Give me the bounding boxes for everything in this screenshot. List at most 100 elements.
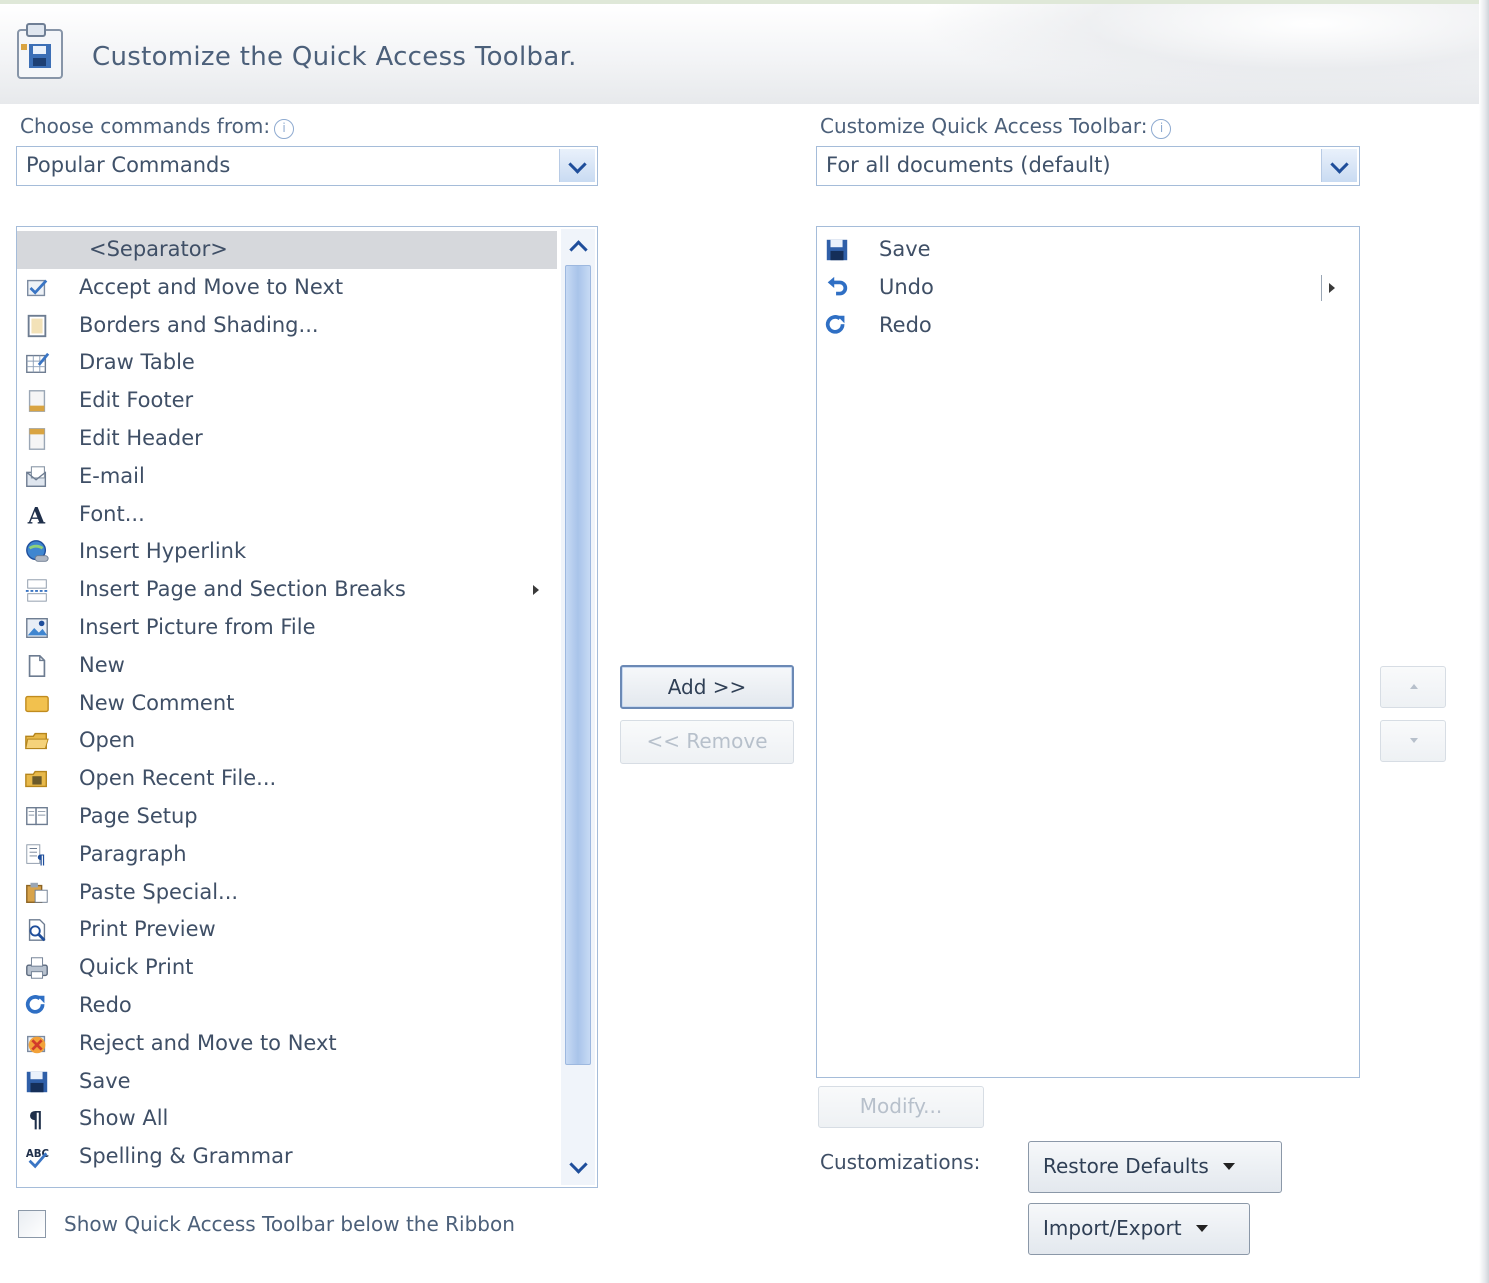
list-item[interactable]: ¶ Paragraph <box>17 836 557 874</box>
chevron-down-icon <box>569 1155 588 1174</box>
import-export-label: Import/Export <box>1043 1216 1182 1240</box>
list-item[interactable]: Print Preview <box>17 911 557 949</box>
list-item[interactable]: Borders and Shading... <box>17 307 557 345</box>
list-item[interactable]: Open <box>17 722 557 760</box>
list-item[interactable]: Draw Table <box>17 344 557 382</box>
list-item-label: Spelling & Grammar <box>79 1144 293 1169</box>
modify-button[interactable]: Modify... <box>818 1086 984 1128</box>
accept-change-icon <box>27 279 48 296</box>
toolbar-commands-list[interactable]: Save Undo Redo <box>816 226 1360 1078</box>
blank-icon <box>23 237 51 263</box>
list-item[interactable]: Accept and Move to Next <box>17 269 557 307</box>
list-item-label: Insert Hyperlink <box>79 539 247 564</box>
borders-icon <box>27 314 47 337</box>
list-item[interactable]: Save <box>17 1063 557 1101</box>
choose-commands-label-text: Choose commands from: <box>20 114 271 138</box>
page-setup-icon <box>26 807 48 826</box>
list-item[interactable]: Edit Footer <box>17 382 557 420</box>
dialog-header: Customize the Quick Access Toolbar. <box>0 4 1479 104</box>
add-button[interactable]: Add >> <box>620 665 794 709</box>
list-item-label: <Separator> <box>89 237 228 261</box>
list-item[interactable]: Save <box>817 231 1357 269</box>
quick-access-toolbar-icon <box>17 23 63 79</box>
window-right-edge <box>1479 0 1489 1283</box>
redo-icon <box>825 314 845 334</box>
remove-button-label: << Remove <box>646 729 768 753</box>
scroll-up-button[interactable] <box>563 231 593 261</box>
list-item[interactable]: ¶ Show All <box>17 1100 557 1138</box>
footer-icon <box>28 390 46 413</box>
move-up-button[interactable] <box>1380 666 1446 708</box>
list-item[interactable]: New Comment <box>17 685 557 723</box>
undo-icon <box>827 276 848 296</box>
chevron-down-icon <box>1330 155 1349 174</box>
save-icon <box>826 239 848 261</box>
list-item[interactable]: Insert Picture from File <box>17 609 557 647</box>
dropdown-button[interactable] <box>559 149 595 182</box>
scroll-thumb[interactable] <box>565 265 591 1065</box>
remove-button[interactable]: << Remove <box>620 720 794 764</box>
dropdown-arrow-icon <box>1195 1225 1208 1232</box>
list-item-label: Quick Print <box>79 955 194 980</box>
submenu-arrow-icon <box>533 585 539 596</box>
new-document-icon <box>28 654 46 677</box>
list-item[interactable]: E-mail <box>17 458 557 496</box>
header-decoration <box>919 4 1479 104</box>
list-item[interactable]: Page Setup <box>17 798 557 836</box>
submenu-arrow-icon[interactable] <box>1329 282 1335 293</box>
import-export-button[interactable]: Import/Export <box>1028 1203 1250 1255</box>
list-item[interactable]: A Font... <box>17 496 557 534</box>
dropdown-button[interactable] <box>1321 149 1357 182</box>
svg-text:¶: ¶ <box>37 853 45 868</box>
reject-change-icon <box>27 1035 46 1054</box>
print-preview-icon <box>28 919 46 942</box>
list-item[interactable]: <Separator> <box>17 231 557 269</box>
customize-toolbar-label: Customize Quick Access Toolbar: i <box>820 114 1172 139</box>
customize-toolbar-dropdown[interactable]: For all documents (default) <box>816 146 1360 186</box>
open-folder-icon <box>25 733 49 750</box>
choose-commands-dropdown[interactable]: Popular Commands <box>16 146 598 186</box>
list-item-label: Font... <box>79 501 145 526</box>
list-item[interactable]: Quick Print <box>17 949 557 987</box>
new-comment-icon <box>25 695 49 712</box>
list-item-label: Open Recent File... <box>79 766 277 791</box>
list-item[interactable]: Reject and Move to Next <box>17 1025 557 1063</box>
list-item-label: Insert Page and Section Breaks <box>79 577 406 602</box>
show-below-ribbon-label[interactable]: Show Quick Access Toolbar below the Ribb… <box>64 1212 515 1236</box>
move-down-icon <box>1410 738 1418 743</box>
pilcrow-icon: ¶ <box>29 1108 43 1133</box>
show-below-ribbon-checkbox[interactable] <box>18 1210 46 1238</box>
font-icon: A <box>27 503 46 528</box>
list-item-label: Print Preview <box>79 917 216 942</box>
customizations-label: Customizations: <box>820 1150 981 1174</box>
list-item-label: Redo <box>79 993 132 1017</box>
chevron-down-icon <box>568 155 587 174</box>
add-button-label: Add >> <box>667 675 747 699</box>
list-item-label: Paste Special... <box>79 879 239 904</box>
scroll-down-button[interactable] <box>563 1153 593 1183</box>
list-item[interactable]: Undo <box>817 269 1357 307</box>
paste-special-icon <box>26 882 48 903</box>
list-item-label: Open <box>79 728 136 753</box>
list-item[interactable]: Insert Page and Section Breaks <box>17 571 557 609</box>
list-item[interactable]: Paste Special... <box>17 874 557 912</box>
restore-defaults-button[interactable]: Restore Defaults <box>1028 1141 1282 1193</box>
info-icon[interactable]: i <box>274 119 295 139</box>
list-item-label: Page Setup <box>79 804 198 828</box>
move-down-button[interactable] <box>1380 720 1446 762</box>
list-item[interactable]: Redo <box>17 987 557 1025</box>
list-item-label: Insert Picture from File <box>79 615 316 639</box>
info-icon[interactable]: i <box>1151 119 1172 139</box>
commands-list-scrollbar[interactable] <box>561 229 595 1185</box>
save-icon <box>26 1071 48 1092</box>
list-item[interactable]: Redo <box>817 307 1357 345</box>
list-item-label: Edit Footer <box>79 388 194 413</box>
list-item[interactable]: Edit Header <box>17 420 557 458</box>
commands-list[interactable]: <Separator> Accept and Move to Next Border… <box>16 226 598 1188</box>
list-item[interactable]: New <box>17 647 557 685</box>
list-item[interactable]: ABC Spelling & Grammar <box>17 1138 557 1176</box>
page-break-icon <box>25 579 49 602</box>
list-item[interactable]: Insert Hyperlink <box>17 533 557 571</box>
dialog-title: Customize the Quick Access Toolbar. <box>92 42 577 72</box>
list-item[interactable]: Open Recent File... <box>17 760 557 798</box>
